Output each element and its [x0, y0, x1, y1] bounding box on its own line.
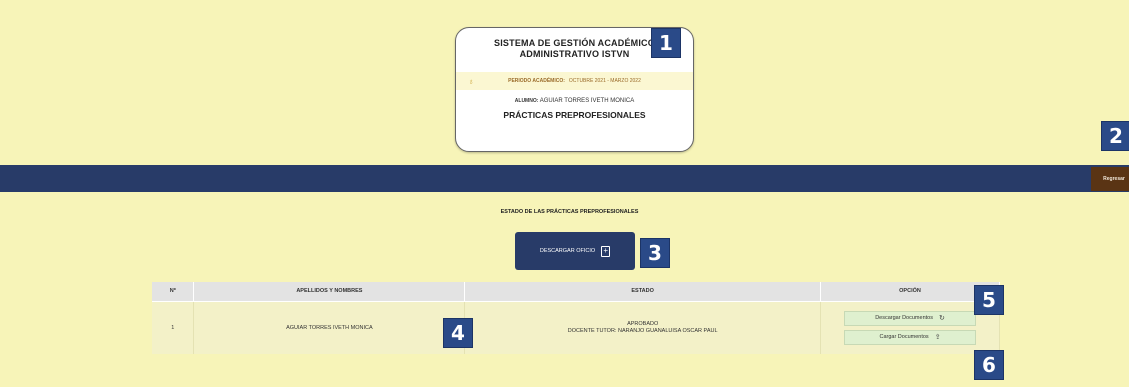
marker-1: 1: [651, 28, 681, 58]
periodo-value: OCTUBRE 2021 - MARZO 2022: [568, 78, 641, 84]
practicas-table: Nº APELLIDOS Y NOMBRES ESTADO OPCIÓN 1 A…: [152, 282, 1000, 354]
alumno-value: AGUIAR TORRES IVETH MONICA: [539, 98, 635, 104]
descargar-oficio-button[interactable]: DESCARGAR OFICIO: [515, 232, 635, 270]
alumno-label: ALUMNO:: [514, 98, 539, 104]
row-num: 1: [152, 301, 195, 354]
marker-5: 5: [974, 285, 1004, 315]
marker-3: 3: [640, 238, 670, 268]
regresar-button[interactable]: Regresar: [1091, 167, 1129, 191]
estado-tutor: DOCENTE TUTOR: NARANJO GUANALUISA OSCAR …: [567, 327, 718, 334]
estado-status: APROBADO: [627, 320, 659, 327]
header-nombres: APELLIDOS Y NOMBRES: [193, 282, 466, 302]
header-opcion: OPCIÓN: [820, 282, 1000, 302]
periodo-row: ♁ PERIODO ACADÉMICO: OCTUBRE 2021 - MARZ…: [456, 72, 693, 90]
descargar-oficio-label: DESCARGAR OFICIO: [539, 248, 596, 254]
lightbulb-icon: ♁: [468, 76, 474, 86]
descargar-documentos-button[interactable]: Descargar Documentos ↻: [844, 310, 977, 326]
alumno-row: ALUMNO: AGUIAR TORRES IVETH MONICA: [456, 98, 693, 104]
cargar-documentos-label: Cargar Documentos: [879, 334, 929, 341]
table-row: 1 AGUIAR TORRES IVETH MONICA APROBADO DO…: [152, 301, 1000, 354]
row-opcion: Descargar Documentos ↻ Cargar Documentos…: [820, 301, 1000, 354]
navigation-bar: [0, 165, 1129, 192]
estado-title: ESTADO DE LAS PRÁCTICAS PREPROFESIONALES: [500, 209, 639, 215]
marker-4: 4: [443, 318, 473, 348]
marker-2: 2: [1101, 121, 1129, 151]
upload-icon: ⇪: [934, 334, 941, 342]
row-estado: APROBADO DOCENTE TUTOR: NARANJO GUANALUI…: [464, 301, 822, 354]
table-header-row: Nº APELLIDOS Y NOMBRES ESTADO OPCIÓN: [152, 282, 1000, 302]
descargar-documentos-label: Descargar Documentos: [875, 315, 933, 322]
cargar-documentos-button[interactable]: Cargar Documentos ⇪: [844, 329, 977, 345]
document-download-icon: [601, 245, 611, 257]
periodo-label: PERIODO ACADÉMICO:: [508, 78, 565, 84]
header-num: Nº: [152, 282, 195, 302]
header-estado: ESTADO: [464, 282, 822, 302]
row-nombre: AGUIAR TORRES IVETH MONICA: [193, 301, 466, 354]
marker-6: 6: [974, 350, 1004, 380]
refresh-icon: ↻: [938, 315, 945, 323]
page-title: PRÁCTICAS PREPROFESIONALES: [503, 110, 646, 120]
